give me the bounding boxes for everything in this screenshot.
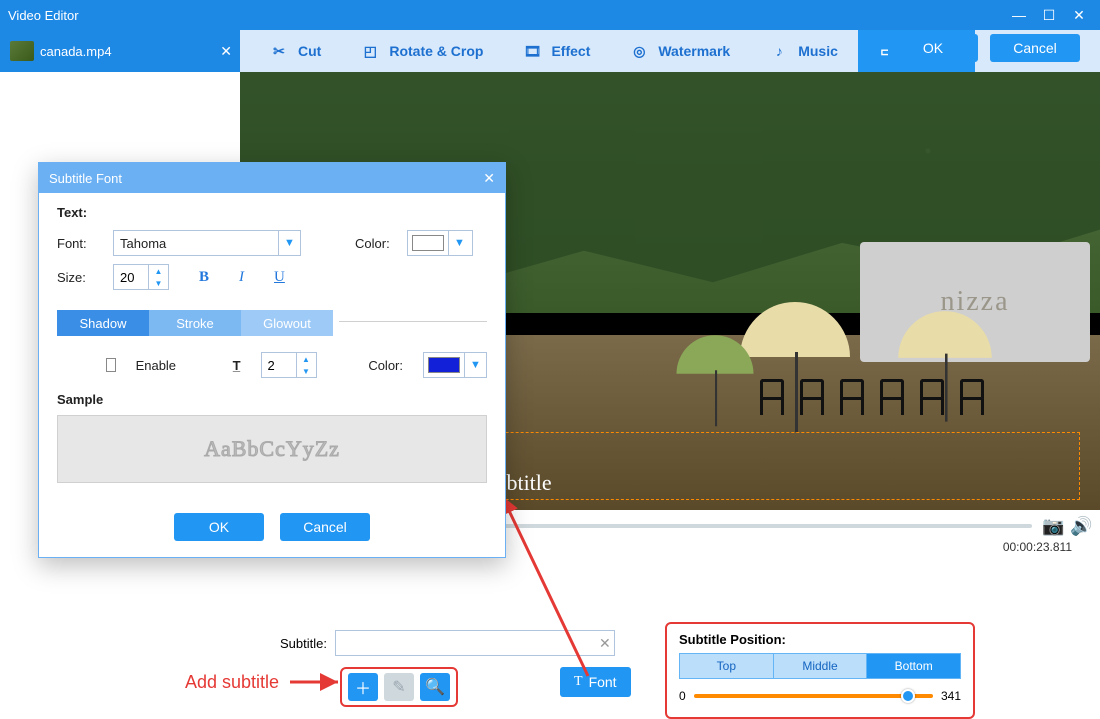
effect-color-label: Color: bbox=[368, 358, 403, 373]
offset-spinner[interactable]: ▲▼ bbox=[261, 352, 317, 378]
position-bottom-button[interactable]: Bottom bbox=[867, 653, 961, 679]
size-label: Size: bbox=[57, 270, 103, 285]
file-tab[interactable]: canada.mp4 ✕ bbox=[0, 30, 240, 72]
text-color-combobox[interactable]: ▼ bbox=[407, 230, 473, 256]
tab-glowout[interactable]: Glowout bbox=[241, 310, 333, 336]
scissors-icon: ✂ bbox=[268, 40, 290, 62]
enable-label: Enable bbox=[136, 358, 176, 373]
add-subtitle-button[interactable]: ＋ bbox=[348, 673, 378, 701]
tab-shadow[interactable]: Shadow bbox=[57, 310, 149, 336]
tab-cut[interactable]: ✂ Cut bbox=[250, 30, 339, 72]
subtitle-clear-icon[interactable]: ✕ bbox=[599, 635, 611, 652]
main-actions: OK Cancel bbox=[888, 34, 1080, 62]
plus-icon: ＋ bbox=[355, 675, 371, 699]
sample-preview: AaBbCcYyZz bbox=[57, 415, 487, 483]
dialog-actions: OK Cancel bbox=[39, 499, 505, 557]
tab-stroke[interactable]: Stroke bbox=[149, 310, 241, 336]
snapshot-icon[interactable]: 📷 bbox=[1042, 516, 1066, 536]
tab-music-label: Music bbox=[798, 43, 838, 59]
file-name: canada.mp4 bbox=[40, 44, 112, 59]
file-thumbnail-icon bbox=[10, 41, 34, 61]
spinner-up-icon[interactable]: ▲ bbox=[297, 353, 316, 365]
size-input[interactable] bbox=[114, 265, 148, 289]
time-end: 00:00:23.811 bbox=[1003, 540, 1072, 554]
main-cancel-button[interactable]: Cancel bbox=[990, 34, 1080, 62]
dialog-close-icon[interactable]: ✕ bbox=[483, 170, 495, 187]
font-value: Tahoma bbox=[114, 236, 278, 251]
tab-cut-label: Cut bbox=[298, 43, 321, 59]
divider bbox=[339, 321, 487, 322]
text-color-label: Color: bbox=[355, 236, 397, 251]
pencil-icon: ✎ bbox=[392, 677, 405, 697]
dialog-ok-button[interactable]: OK bbox=[174, 513, 264, 541]
crop-icon: ◰ bbox=[359, 40, 381, 62]
tab-music[interactable]: ♪ Music bbox=[750, 30, 856, 72]
italic-toggle[interactable]: I bbox=[239, 269, 244, 286]
font-button[interactable]: T Font bbox=[560, 667, 631, 697]
main-ok-button[interactable]: OK bbox=[888, 34, 978, 62]
dialog-title: Subtitle Font bbox=[49, 171, 122, 186]
text-icon: T bbox=[574, 674, 583, 690]
window-titlebar: Video Editor — ☐ ✕ bbox=[0, 0, 1100, 30]
dialog-cancel-button[interactable]: Cancel bbox=[280, 513, 370, 541]
file-tab-close-icon[interactable]: ✕ bbox=[220, 43, 232, 60]
offset-input[interactable] bbox=[262, 353, 296, 377]
film-icon: 🎞 bbox=[521, 40, 543, 62]
position-value-label: 341 bbox=[941, 689, 961, 703]
position-middle-button[interactable]: Middle bbox=[774, 653, 868, 679]
annotation-add-subtitle: Add subtitle bbox=[185, 672, 279, 693]
font-label: Font: bbox=[57, 236, 103, 251]
chevron-down-icon: ▼ bbox=[448, 231, 470, 255]
tab-watermark[interactable]: ◎ Watermark bbox=[610, 30, 748, 72]
sample-label: Sample bbox=[57, 392, 487, 407]
enable-checkbox[interactable] bbox=[106, 358, 115, 372]
position-top-button[interactable]: Top bbox=[679, 653, 774, 679]
subtitle-position-panel: Subtitle Position: Top Middle Bottom 0 3… bbox=[665, 622, 975, 719]
underline-toggle[interactable]: U bbox=[274, 269, 285, 286]
spinner-down-icon[interactable]: ▼ bbox=[149, 277, 168, 289]
text-color-swatch bbox=[412, 235, 444, 251]
volume-icon[interactable]: 🔊 bbox=[1070, 516, 1090, 536]
window-title: Video Editor bbox=[8, 8, 1002, 23]
music-note-icon: ♪ bbox=[768, 40, 790, 62]
tab-effect-label: Effect bbox=[551, 43, 590, 59]
dialog-text-section-label: Text: bbox=[57, 205, 487, 220]
sample-text: AaBbCcYyZz bbox=[204, 436, 340, 462]
close-button[interactable]: ✕ bbox=[1066, 4, 1092, 26]
effect-tabs: Shadow Stroke Glowout bbox=[57, 310, 333, 336]
spinner-down-icon[interactable]: ▼ bbox=[297, 365, 316, 377]
position-slider-knob[interactable] bbox=[901, 689, 915, 703]
dialog-titlebar[interactable]: Subtitle Font ✕ bbox=[39, 163, 505, 193]
subtitle-font-dialog: Subtitle Font ✕ Text: Font: Tahoma ▼ Col… bbox=[38, 162, 506, 558]
subtitle-input-label: Subtitle: bbox=[280, 636, 327, 651]
subtitle-input[interactable] bbox=[335, 630, 615, 656]
search-icon: 🔍 bbox=[425, 677, 445, 697]
effect-color-swatch bbox=[428, 357, 460, 373]
chevron-down-icon: ▼ bbox=[464, 353, 486, 377]
spinner-up-icon[interactable]: ▲ bbox=[149, 265, 168, 277]
subtitle-position-title: Subtitle Position: bbox=[679, 632, 961, 647]
font-button-label: Font bbox=[589, 674, 617, 690]
tab-watermark-label: Watermark bbox=[658, 43, 730, 59]
chevron-down-icon: ▼ bbox=[278, 231, 300, 255]
font-combobox[interactable]: Tahoma ▼ bbox=[113, 230, 301, 256]
position-slider[interactable] bbox=[694, 694, 933, 698]
watermark-icon: ◎ bbox=[628, 40, 650, 62]
size-spinner[interactable]: ▲▼ bbox=[113, 264, 169, 290]
text-offset-icon: T̲ bbox=[233, 358, 241, 373]
subtitle-action-buttons: ＋ ✎ 🔍 bbox=[340, 667, 458, 707]
effect-color-combobox[interactable]: ▼ bbox=[423, 352, 487, 378]
subtitle-input-row: Subtitle: ✕ bbox=[280, 630, 611, 656]
maximize-button[interactable]: ☐ bbox=[1036, 4, 1062, 26]
edit-subtitle-button: ✎ bbox=[384, 673, 414, 701]
position-segmented: Top Middle Bottom bbox=[679, 653, 961, 679]
tab-rotate-crop[interactable]: ◰ Rotate & Crop bbox=[341, 30, 501, 72]
bold-toggle[interactable]: B bbox=[199, 269, 209, 286]
search-subtitle-button[interactable]: 🔍 bbox=[420, 673, 450, 701]
tab-rotate-label: Rotate & Crop bbox=[389, 43, 483, 59]
minimize-button[interactable]: — bbox=[1006, 4, 1032, 26]
position-min-label: 0 bbox=[679, 689, 686, 703]
tab-effect[interactable]: 🎞 Effect bbox=[503, 30, 608, 72]
